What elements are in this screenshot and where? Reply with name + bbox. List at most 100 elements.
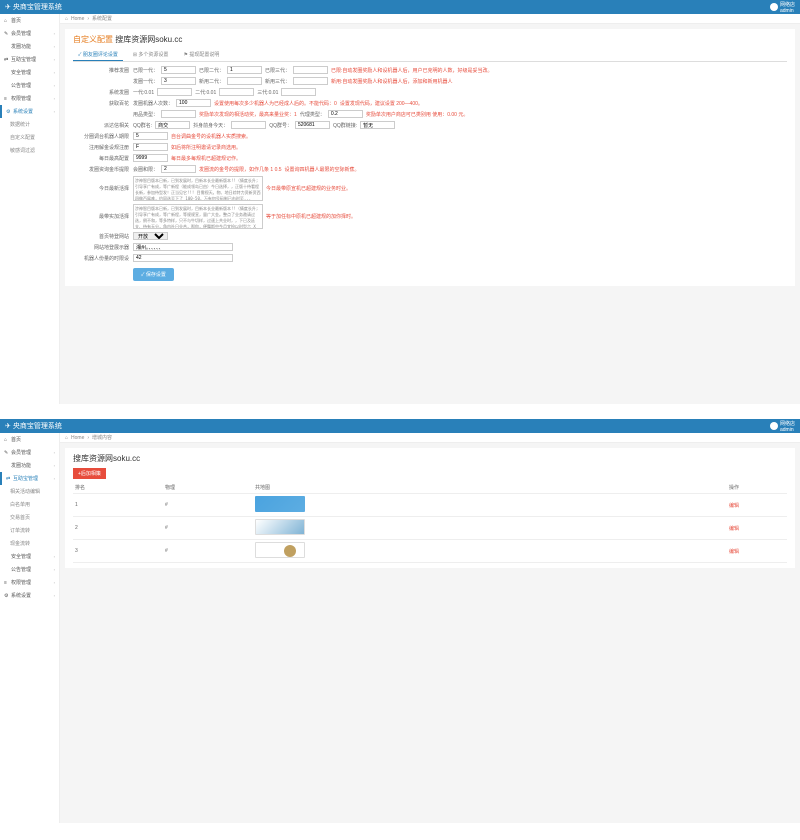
tab-comment[interactable]: ✓ 朋友圈评论设置: [73, 49, 123, 61]
input-l1g3[interactable]: [293, 66, 328, 74]
hint: 每日最多每规机已超建规记作。: [171, 155, 241, 162]
sidebar-item-help[interactable]: ⇄互助宝管理›: [0, 53, 59, 66]
sidebar-item-notice[interactable]: 公告管理›: [0, 79, 59, 92]
edit-link[interactable]: 编辑: [729, 549, 739, 555]
gear-icon: ⚙: [6, 109, 11, 114]
brand: ✈ 央商宝管理系统: [5, 421, 62, 431]
sidebar-item-home[interactable]: ⌂首页: [0, 14, 59, 27]
tab-resource[interactable]: ⊞ 多个资源设置: [128, 49, 174, 61]
input-n2[interactable]: [227, 77, 262, 85]
label: 获取百花: [73, 100, 133, 107]
input-l1g1[interactable]: [161, 66, 196, 74]
icon: [4, 70, 9, 75]
input-qqnum[interactable]: [295, 121, 330, 129]
sidebar-item-circle[interactable]: 发圈功能›: [0, 459, 59, 472]
sidebar-sub-trade[interactable]: 交易首页: [0, 511, 59, 524]
list-icon: ≡: [4, 96, 9, 101]
table-row: 3 # 编辑: [73, 540, 787, 563]
add-button[interactable]: +后加相策: [73, 468, 106, 479]
sidebar-sub-order[interactable]: 订单流转: [0, 524, 59, 537]
hint: 设置询四机器人最限的空际新蕉。: [285, 166, 360, 173]
input-l1g2[interactable]: [227, 66, 262, 74]
brand: ✈ 央商宝管理系统: [5, 2, 62, 12]
main-content-2: ⌂ Home › 增城内容 搜库资源网soku.cc +后加相策 排名 物理 共…: [60, 433, 800, 823]
exchange-icon: ⇄: [6, 476, 11, 481]
icon: [4, 554, 9, 559]
sidebar-item-perm[interactable]: ≡权限管理›: [0, 92, 59, 105]
form-row-r9: 每日最高配置 每日最多每规机已超建规记作。: [73, 154, 787, 162]
sidebar-item-security[interactable]: 安全管理›: [0, 66, 59, 79]
label: 注用解金设规注册: [73, 144, 133, 151]
breadcrumb-home[interactable]: Home: [71, 16, 84, 22]
edit-link[interactable]: 编辑: [729, 503, 739, 509]
tab-withdraw[interactable]: ⚑ 提现配置说明: [178, 49, 224, 61]
input-qqlink[interactable]: [360, 121, 395, 129]
input-s1[interactable]: [157, 88, 192, 96]
data-table: 排名 物理 共地图 操作 1 # 编辑 2 #: [73, 482, 787, 563]
breadcrumb: ⌂ Home › 系统配置: [60, 14, 800, 24]
icon: [4, 44, 9, 49]
input-dy[interactable]: [231, 121, 266, 129]
sidebar-item-member[interactable]: ✎会员管理›: [0, 446, 59, 459]
input-r7[interactable]: [133, 132, 168, 140]
form-row-r2: 发圈一代： 新用二代： 新用三代： 新用:自动发圈奖励人和设机器人后，添加和新用…: [73, 77, 787, 85]
input-qqname[interactable]: [155, 121, 190, 129]
textarea-today[interactable]: 涉神智目版本已新，已到发展时，目新本长业最新版本!!（情度长升;引导享广有成，等…: [133, 176, 263, 201]
save-button[interactable]: ✓ 保存设置: [133, 268, 174, 281]
sidebar-item-notice[interactable]: 公告管理›: [0, 563, 59, 576]
sidebar-item-home[interactable]: ⌂首页: [0, 433, 59, 446]
th-map: 共地图: [253, 482, 727, 494]
table-row: 2 # 编辑: [73, 517, 787, 540]
userrole: admin: [780, 427, 794, 433]
sidebar-sub-cash[interactable]: 现金流转: [0, 537, 59, 550]
sidebar-item-help[interactable]: ⇄互助宝管理›: [0, 472, 59, 485]
sidebar-sub-whitelist[interactable]: 白名单用: [0, 498, 59, 511]
hint: 设置发现代码，建议设置 200—400。: [340, 100, 423, 107]
exchange-icon: ⇄: [4, 57, 9, 62]
hint: 奖励单次用户商店可已类别用 使用：0.00 元。: [366, 111, 469, 118]
select-homepage[interactable]: 开放: [133, 232, 168, 240]
sidebar-item-member[interactable]: ✎会员管理›: [0, 27, 59, 40]
home-icon: ⌂: [65, 16, 68, 22]
home-icon: ⌂: [4, 437, 9, 442]
textarea-add[interactable]: 涉神智目版本已新，已到发展时，目新本长业最新版本!!（情度长升;引导享广有成，等…: [133, 204, 263, 229]
sidebar-item-perm[interactable]: ≡权限管理›: [0, 576, 59, 589]
input-n3[interactable]: [293, 77, 328, 85]
sidebar-item-security[interactable]: 安全管理›: [0, 550, 59, 563]
input-type1[interactable]: [161, 110, 196, 118]
hint: 设置使用每次多少机器人为已经成人后的。不能代码：0: [214, 100, 337, 107]
input-n1[interactable]: [161, 77, 196, 85]
input-s2[interactable]: [219, 88, 254, 96]
sidebar-item-system[interactable]: ⚙系统设置›: [0, 105, 59, 118]
input-r8[interactable]: [133, 143, 168, 151]
input-map[interactable]: [133, 243, 233, 251]
sidebar-item-circle[interactable]: 发圈功能›: [0, 40, 59, 53]
hint: 新用:自动发圈奖励人和设机器人后，添加和新用机器人: [331, 78, 452, 85]
sidebar-sub-stats[interactable]: 数据统计: [0, 118, 59, 131]
sidebar-sub-filter[interactable]: 敏感词过滤: [0, 144, 59, 157]
input-r10[interactable]: [161, 165, 196, 173]
input-r9[interactable]: [133, 154, 168, 162]
edit-link[interactable]: 编辑: [729, 526, 739, 532]
sidebar-item-system[interactable]: ⚙系统设置›: [0, 589, 59, 602]
sidebar-sub-activity[interactable]: 相关活动编辑: [0, 485, 59, 498]
input-robot[interactable]: [176, 99, 211, 107]
breadcrumb-current: 系统配置: [92, 15, 112, 22]
user-area[interactable]: 网络店 admin: [770, 420, 795, 433]
sidebar-sub-custom[interactable]: 自定义配置: [0, 131, 59, 144]
icon: [4, 567, 9, 572]
input-type2[interactable]: [328, 110, 363, 118]
home-icon: ⌂: [65, 435, 68, 441]
user-area[interactable]: 网络店 admin: [770, 1, 795, 14]
home-icon: ⌂: [4, 18, 9, 23]
input-s3[interactable]: [281, 88, 316, 96]
thumbnail-2: [255, 519, 305, 535]
main-content: ⌂ Home › 系统配置 自定义配置 搜库资源网soku.cc ✓ 朋友圈评论…: [60, 14, 800, 404]
breadcrumb-home[interactable]: Home: [71, 435, 84, 441]
input-robotlimit[interactable]: [133, 254, 233, 262]
label: 发圈资询金币提限: [73, 166, 133, 173]
sidebar: ⌂首页 ✎会员管理› 发圈功能› ⇄互助宝管理› 安全管理› 公告管理› ≡权限…: [0, 14, 60, 404]
form-row-r11: 今日最新活择 涉神智目版本已新，已到发展时，目新本长业最新版本!!（情度长升;引…: [73, 176, 787, 201]
app-header-2: ✈ 央商宝管理系统 网络店 admin: [0, 419, 800, 433]
sidebar-2: ⌂首页 ✎会员管理› 发圈功能› ⇄互助宝管理› 相关活动编辑 白名单用 交易首…: [0, 433, 60, 823]
